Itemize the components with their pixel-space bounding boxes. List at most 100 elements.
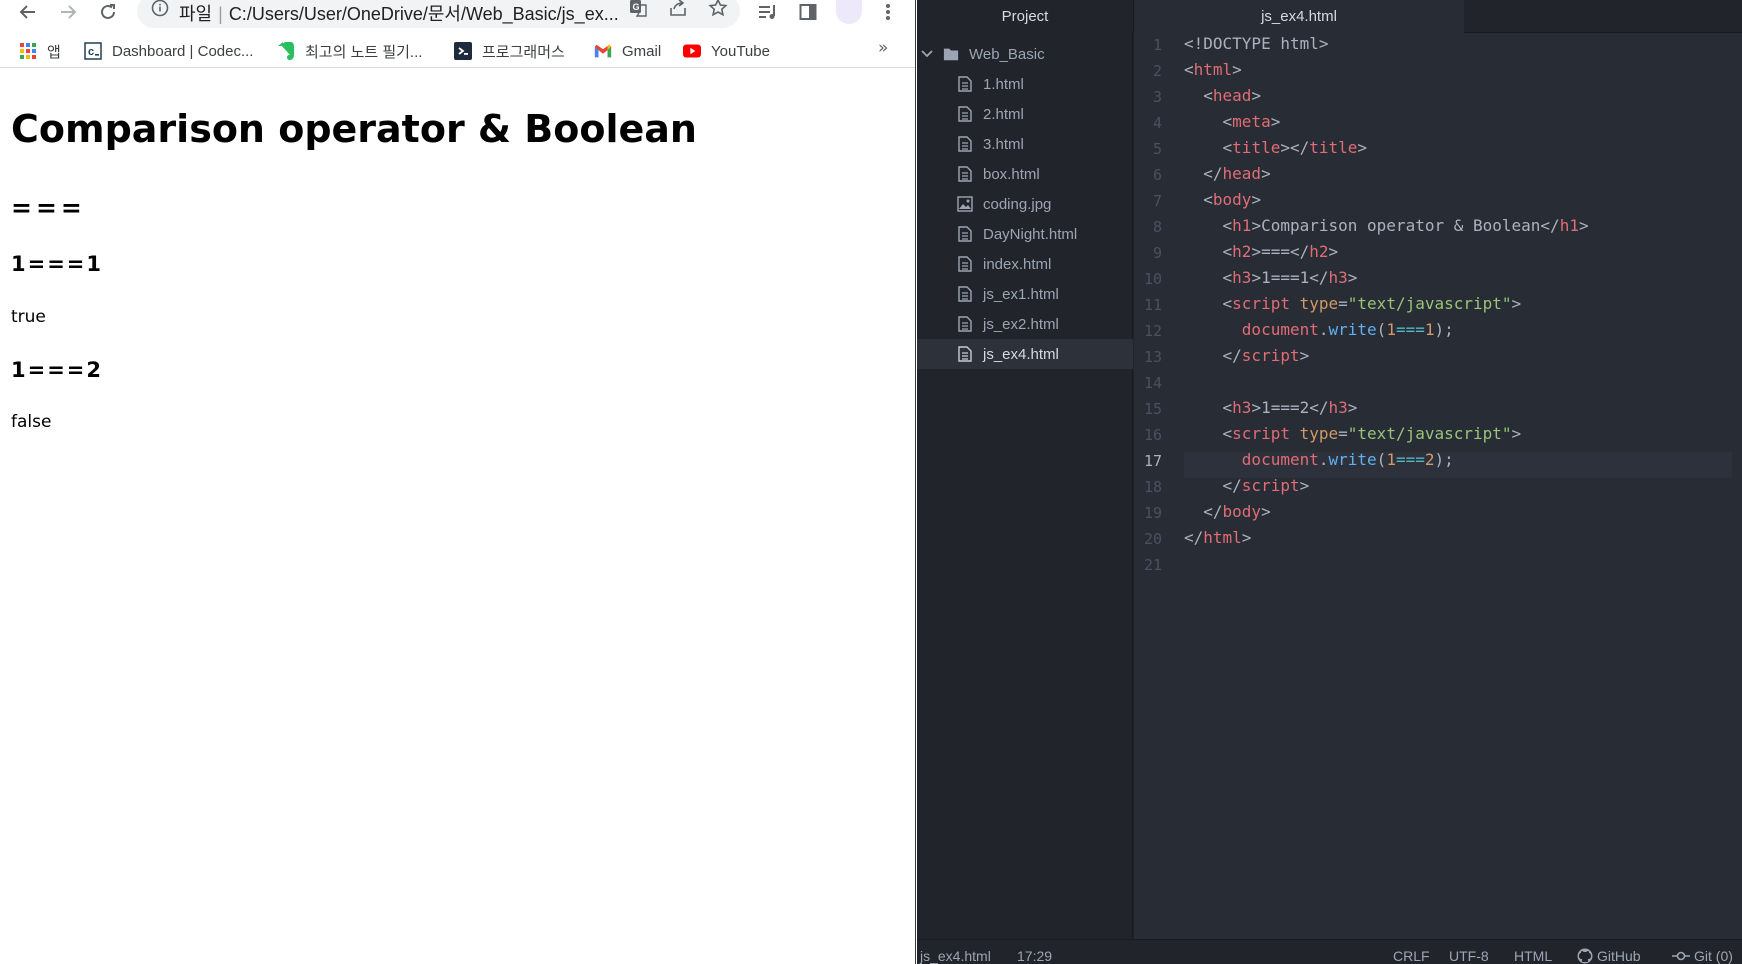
status-github-button[interactable]: GitHub bbox=[1577, 948, 1641, 964]
apps-grid-icon bbox=[19, 42, 37, 60]
tree-file-index-html[interactable]: index.html bbox=[917, 249, 1133, 279]
code-line: </head> bbox=[1184, 164, 1271, 183]
tree-file-coding-jpg[interactable]: coding.jpg bbox=[917, 189, 1133, 219]
line-number: 12 bbox=[1143, 322, 1162, 340]
code-editor-window: Project js_ex4.html Web_Basic 1.html 2.h… bbox=[917, 0, 1742, 964]
bookmark-star-icon[interactable] bbox=[705, 0, 731, 20]
expression-heading: 1===2 bbox=[11, 358, 104, 382]
bookmark-label: 최고의 노트 필기... bbox=[305, 43, 423, 61]
address-bar[interactable]: 파일 | C:/Users/User/OneDrive/문서/Web_Basic/j… bbox=[137, 0, 740, 28]
browser-toolbar: 파일 | C:/Users/User/OneDrive/문서/Web_Basic/j… bbox=[0, 0, 915, 28]
line-number: 1 bbox=[1152, 36, 1162, 54]
status-git-label: Git (0) bbox=[1694, 948, 1733, 964]
line-number: 9 bbox=[1152, 244, 1162, 262]
code-line: <title></title> bbox=[1184, 138, 1368, 157]
browser-window: 파일 | C:/Users/User/OneDrive/문서/Web_Basic/j… bbox=[0, 0, 916, 964]
tree-file-box-html[interactable]: box.html bbox=[917, 159, 1133, 189]
profile-avatar[interactable] bbox=[836, 0, 862, 24]
code-line: <head> bbox=[1184, 86, 1262, 105]
code-line: <h3>1===2</h3> bbox=[1184, 398, 1358, 417]
folder-icon bbox=[943, 45, 959, 63]
playlist-icon bbox=[759, 5, 775, 19]
code-line: </script> bbox=[1184, 346, 1310, 365]
line-number: 21 bbox=[1143, 556, 1162, 574]
info-icon[interactable] bbox=[147, 0, 173, 20]
scheme-label: 파일 bbox=[179, 4, 213, 24]
code-line: document.write(1===1); bbox=[1241, 320, 1454, 339]
tree-file-2-html[interactable]: 2.html bbox=[917, 99, 1133, 129]
code-line: <body> bbox=[1184, 190, 1262, 209]
status-cursor-position[interactable]: 17:29 bbox=[1017, 948, 1052, 964]
tab-js-ex4[interactable]: js_ex4.html bbox=[1134, 0, 1464, 33]
code-pane[interactable]: 1 2 3 4 5 6 7 8 9 10 11 12 13 14 15 16 17 18 19 20 21 <!DOCT… bbox=[1134, 33, 1742, 939]
tree-folder-label: Web_Basic bbox=[969, 45, 1045, 63]
status-grammar[interactable]: HTML bbox=[1514, 948, 1552, 964]
line-number: 14 bbox=[1143, 374, 1162, 392]
file-text-icon bbox=[957, 255, 973, 273]
browser-menu-button[interactable] bbox=[874, 0, 902, 24]
media-control-button[interactable] bbox=[754, 0, 782, 24]
bookmark-youtube[interactable]: YouTube bbox=[683, 40, 770, 62]
code-line: <script type="text/javascript"> bbox=[1184, 424, 1522, 443]
line-number: 10 bbox=[1143, 270, 1162, 288]
tree-file-label: js_ex1.html bbox=[983, 285, 1059, 303]
tree-file-daynight-html[interactable]: DayNight.html bbox=[917, 219, 1133, 249]
tree-file-3-html[interactable]: 3.html bbox=[917, 129, 1133, 159]
tree-file-label: 1.html bbox=[983, 75, 1024, 93]
tree-file-label: js_ex2.html bbox=[983, 315, 1059, 333]
gmail-icon bbox=[594, 42, 612, 60]
line-number: 13 bbox=[1143, 348, 1162, 366]
tree-file-js-ex4-html[interactable]: js_ex4.html bbox=[917, 339, 1133, 369]
status-file-name[interactable]: js_ex4.html bbox=[920, 948, 991, 964]
line-number: 16 bbox=[1143, 426, 1162, 444]
url-separator: | bbox=[218, 4, 223, 24]
file-text-icon bbox=[957, 165, 973, 183]
line-number: 8 bbox=[1152, 218, 1162, 236]
tree-file-1-html[interactable]: 1.html bbox=[917, 69, 1133, 99]
code-line: </body> bbox=[1184, 502, 1271, 521]
tree-file-label: 2.html bbox=[983, 105, 1024, 123]
bookmark-codecademy[interactable]: c Dashboard | Codec... bbox=[84, 40, 253, 62]
tree-file-label: box.html bbox=[983, 165, 1040, 183]
project-panel-header[interactable]: Project bbox=[917, 0, 1133, 33]
status-github-label: GitHub bbox=[1597, 948, 1641, 964]
screen: 파일 | C:/Users/User/OneDrive/문서/Web_Basic/j… bbox=[0, 0, 1742, 964]
expression-heading: 1===1 bbox=[11, 252, 104, 276]
bookmark-gmail[interactable]: Gmail bbox=[594, 40, 661, 62]
bookmark-label: YouTube bbox=[711, 42, 770, 60]
status-bar: js_ex4.html 17:29 CRLF UTF-8 HTML GitHub… bbox=[917, 939, 1742, 964]
status-encoding[interactable]: UTF-8 bbox=[1449, 948, 1489, 964]
bookmark-programmers[interactable]: 프로그래머스 bbox=[454, 40, 565, 62]
bookmark-evernote[interactable]: 최고의 노트 필기... bbox=[277, 40, 422, 62]
back-button[interactable] bbox=[14, 0, 42, 24]
status-line-ending[interactable]: CRLF bbox=[1393, 948, 1430, 964]
tree-file-label: index.html bbox=[983, 255, 1052, 273]
url-text: 파일 | C:/Users/User/OneDrive/문서/Web_Basic/j… bbox=[179, 0, 619, 26]
line-number: 4 bbox=[1152, 114, 1162, 132]
side-panel-button[interactable] bbox=[794, 0, 822, 24]
code-line: <h2>===</h2> bbox=[1184, 242, 1339, 261]
bookmarks-overflow-button[interactable]: » bbox=[878, 38, 888, 58]
operator-heading: === bbox=[11, 193, 86, 222]
code-line: </html> bbox=[1184, 528, 1252, 547]
tree-file-js-ex1-html[interactable]: js_ex1.html bbox=[917, 279, 1133, 309]
line-number: 3 bbox=[1152, 88, 1162, 106]
forward-button[interactable] bbox=[54, 0, 82, 24]
bookmark-label: Gmail bbox=[622, 42, 662, 60]
translate-icon[interactable]: G bbox=[625, 0, 651, 20]
status-git-button[interactable]: Git (0) bbox=[1672, 948, 1733, 964]
share-icon[interactable] bbox=[665, 0, 691, 20]
reload-button[interactable] bbox=[94, 0, 122, 24]
bookmark-apps[interactable]: 앱 bbox=[19, 40, 61, 62]
file-text-icon bbox=[957, 285, 973, 303]
youtube-icon bbox=[683, 42, 701, 60]
tree-folder-web-basic[interactable]: Web_Basic bbox=[917, 39, 1133, 69]
line-number: 2 bbox=[1152, 62, 1162, 80]
tree-file-js-ex2-html[interactable]: js_ex2.html bbox=[917, 309, 1133, 339]
file-text-icon bbox=[957, 135, 973, 153]
expression-result: false bbox=[11, 412, 52, 432]
tree-file-label: DayNight.html bbox=[983, 225, 1078, 243]
svg-text:c: c bbox=[88, 46, 94, 58]
code-line: </script> bbox=[1184, 476, 1310, 495]
image-file-icon bbox=[957, 195, 973, 213]
